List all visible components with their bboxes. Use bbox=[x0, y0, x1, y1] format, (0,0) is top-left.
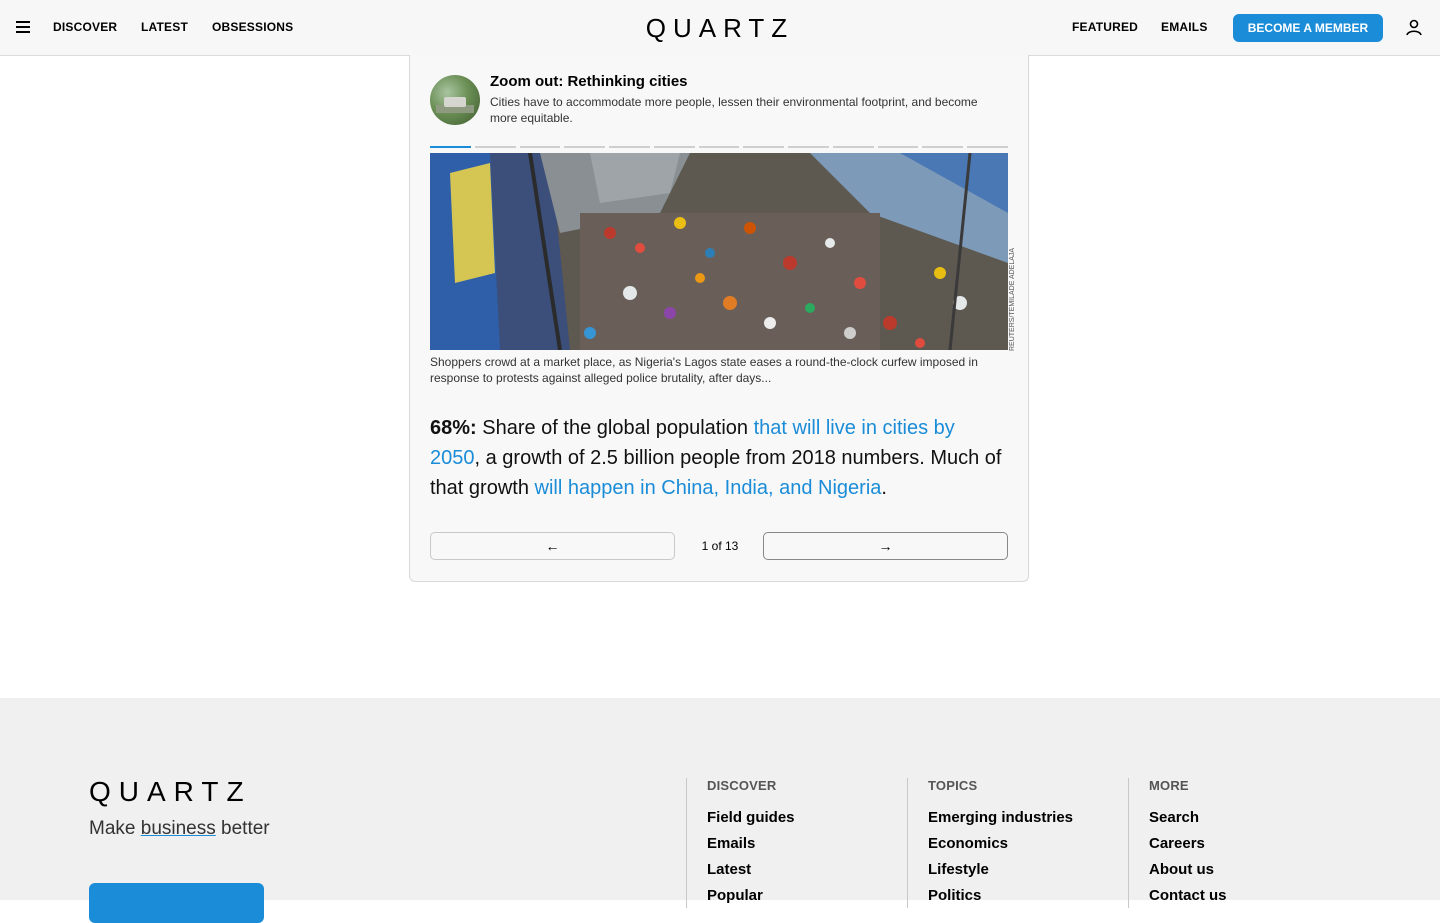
footer-column-heading: MORE bbox=[1149, 778, 1189, 793]
footer-column-heading: TOPICS bbox=[928, 778, 978, 793]
become-member-button[interactable]: BECOME A MEMBER bbox=[1233, 14, 1383, 42]
footer-column-heading: DISCOVER bbox=[707, 778, 777, 793]
stat-link-china-india-nigeria[interactable]: will happen in China, India, and Nigeria bbox=[535, 477, 882, 499]
footer-link-about-us[interactable]: About us bbox=[1149, 857, 1349, 883]
top-navigation-bar: DISCOVER LATEST OBSESSIONS QUARTZ FEATUR… bbox=[0, 0, 1440, 56]
footer-link-search[interactable]: Search bbox=[1149, 805, 1349, 831]
progress-segment bbox=[922, 146, 964, 148]
site-footer: QUARTZ Make business better DISCOVER Fie… bbox=[0, 698, 1440, 923]
previous-slide-button[interactable]: ← bbox=[430, 532, 675, 560]
nav-featured[interactable]: FEATURED bbox=[1072, 20, 1138, 34]
footer-link-field-guides[interactable]: Field guides bbox=[707, 805, 907, 831]
collection-description: Cities have to accommodate more people, … bbox=[490, 95, 978, 125]
nav-obsessions[interactable]: OBSESSIONS bbox=[212, 20, 293, 34]
progress-segment bbox=[788, 146, 829, 148]
footer-link-emerging-industries[interactable]: Emerging industries bbox=[928, 805, 1128, 831]
next-slide-button[interactable]: → bbox=[763, 532, 1008, 560]
photo-credit: REUTERS/TEMILADE ADELAJA bbox=[1009, 247, 1016, 351]
footer-link-contact-us[interactable]: Contact us bbox=[1149, 883, 1349, 909]
footer-link-latest[interactable]: Latest bbox=[707, 857, 907, 883]
footer-column-topics: TOPICS Emerging industries Economics Lif… bbox=[907, 778, 1128, 908]
tagline-text: Make bbox=[89, 818, 141, 839]
progress-segment bbox=[743, 146, 785, 148]
slide-counter: 1 of 13 bbox=[701, 539, 739, 553]
footer-link-economics[interactable]: Economics bbox=[928, 831, 1128, 857]
footer-link-careers[interactable]: Careers bbox=[1149, 831, 1349, 857]
footer-link-politics[interactable]: Politics bbox=[928, 883, 1128, 909]
progress-segment bbox=[832, 146, 874, 148]
market-photo bbox=[430, 153, 1008, 350]
footer-column-more: MORE Search Careers About us Contact us bbox=[1128, 778, 1349, 908]
progress-segment bbox=[698, 146, 740, 148]
progress-segment bbox=[609, 146, 650, 148]
arrow-left-icon: ← bbox=[545, 538, 560, 554]
footer-quartz-logo[interactable]: QUARTZ bbox=[89, 776, 252, 808]
progress-segment bbox=[877, 146, 919, 148]
story-slideshow-card: Zoom out: Rethinking cities Cities have … bbox=[409, 55, 1029, 582]
tagline-underlined-word: business bbox=[140, 818, 216, 839]
collection-title: Zoom out: Rethinking cities bbox=[490, 73, 688, 90]
slide-progress-bar bbox=[430, 146, 1008, 148]
progress-segment bbox=[474, 146, 516, 148]
nav-discover[interactable]: DISCOVER bbox=[53, 20, 117, 34]
collection-thumbnail bbox=[430, 75, 480, 125]
progress-segment bbox=[430, 146, 471, 148]
footer-link-popular[interactable]: Popular bbox=[707, 883, 907, 909]
footer-link-emails[interactable]: Emails bbox=[707, 831, 907, 857]
nav-emails[interactable]: EMAILS bbox=[1161, 20, 1208, 34]
stat-text-part: . bbox=[881, 477, 887, 499]
arrow-right-icon: → bbox=[878, 538, 893, 554]
progress-segment bbox=[967, 146, 1008, 148]
progress-segment bbox=[564, 146, 606, 148]
photo-caption: Shoppers crowd at a market place, as Nig… bbox=[430, 355, 978, 385]
quartz-logo[interactable]: QUARTZ bbox=[646, 13, 794, 43]
nav-latest[interactable]: LATEST bbox=[141, 20, 188, 34]
progress-segment bbox=[519, 146, 561, 148]
progress-segment bbox=[653, 146, 695, 148]
hamburger-icon[interactable] bbox=[16, 21, 30, 33]
slide-stat-text: 68%: Share of the global population that… bbox=[430, 413, 1010, 503]
stat-text-part: Share of the global population bbox=[476, 417, 754, 439]
stat-value: 68%: bbox=[430, 417, 477, 439]
user-icon[interactable] bbox=[1405, 18, 1423, 36]
tagline-text: better bbox=[215, 818, 270, 839]
footer-tagline: Make business better bbox=[89, 818, 270, 840]
footer-link-lifestyle[interactable]: Lifestyle bbox=[928, 857, 1128, 883]
footer-column-discover: DISCOVER Field guides Emails Latest Popu… bbox=[686, 778, 907, 908]
footer-member-button[interactable] bbox=[89, 883, 264, 923]
